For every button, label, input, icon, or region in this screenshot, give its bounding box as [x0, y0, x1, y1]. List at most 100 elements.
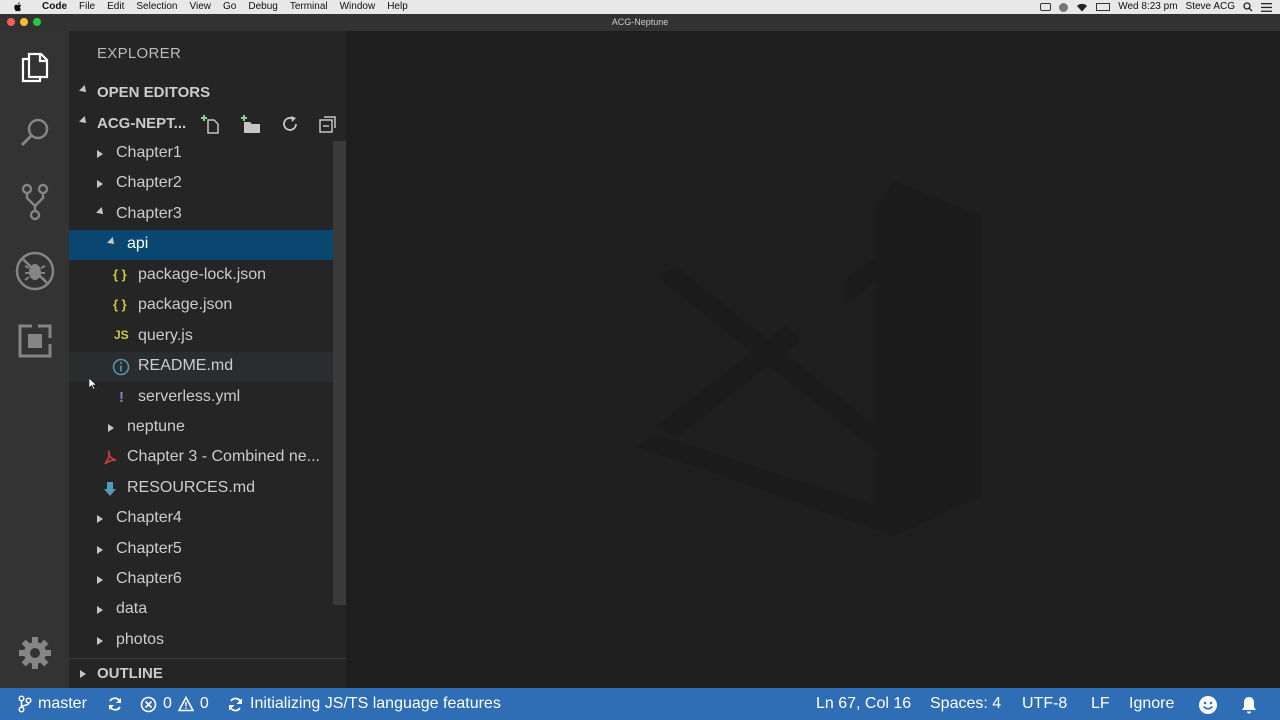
explorer-title: EXPLORER: [97, 45, 182, 62]
folder-header[interactable]: ACG-NEPT...: [69, 109, 346, 139]
language-features-status[interactable]: Initializing JS/TS language features: [227, 695, 501, 713]
tree-folder-chapter1[interactable]: Chapter1: [69, 139, 346, 169]
manage-activity-button[interactable]: [14, 632, 56, 674]
open-editors-header[interactable]: OPEN EDITORS: [69, 78, 346, 108]
new-folder-icon[interactable]: [240, 114, 262, 134]
close-window-button[interactable]: [7, 18, 15, 26]
line-ending-setting[interactable]: LF: [1091, 695, 1110, 713]
tree-item-label: api: [127, 235, 149, 252]
apple-icon[interactable]: [13, 0, 23, 14]
zoom-window-button[interactable]: [33, 18, 41, 26]
tree-folder-data[interactable]: data: [69, 595, 346, 625]
chevron-right-icon: [97, 515, 103, 523]
json-file-icon: { }: [113, 267, 127, 282]
tree-folder-chapter3[interactable]: Chapter3: [69, 200, 346, 230]
clock[interactable]: Wed 8:23 pm: [1118, 0, 1177, 14]
vscode-watermark-logo: [636, 181, 981, 536]
menu-app-name[interactable]: Code: [36, 0, 73, 14]
warning-count: 0: [199, 695, 209, 712]
tree-item-label: serverless.yml: [138, 388, 241, 405]
mouse-cursor-icon: [89, 378, 97, 390]
js-file-icon: JS: [114, 328, 129, 342]
gear-icon: [19, 637, 51, 669]
tree-file-serverless-yml[interactable]: ! serverless.yml: [69, 383, 346, 413]
tree-item-label: Chapter5: [116, 540, 182, 557]
encoding-setting[interactable]: UTF-8: [1022, 695, 1067, 713]
files-icon: [21, 52, 49, 83]
open-editors-label: OPEN EDITORS: [97, 84, 211, 101]
battery-icon[interactable]: [1096, 3, 1111, 11]
git-branch-icon: [18, 695, 32, 713]
extensions-activity-button[interactable]: [14, 320, 56, 362]
tree-item-label: Chapter 3 - Combined ne...: [127, 448, 320, 465]
activity-bar: [0, 31, 69, 688]
tree-item-label: package-lock.json: [138, 266, 267, 283]
chevron-down-icon: [107, 237, 117, 247]
tree-folder-chapter5[interactable]: Chapter5: [69, 535, 346, 565]
cursor-position[interactable]: Ln 67, Col 16: [816, 695, 911, 713]
tree-file-package-lock-json[interactable]: { } package-lock.json: [69, 261, 346, 291]
minimize-window-button[interactable]: [20, 18, 28, 26]
tree-file-query-js[interactable]: JS query.js: [69, 322, 346, 352]
window-title-bar: ACG-Neptune: [0, 14, 1280, 31]
tree-folder-photos[interactable]: photos: [69, 626, 346, 656]
tree-folder-api[interactable]: api: [69, 230, 346, 260]
tree-folder-neptune[interactable]: neptune: [69, 413, 346, 443]
menu-window[interactable]: Window: [334, 0, 382, 14]
tree-file-readme-md[interactable]: README.md: [69, 352, 346, 382]
sync-button[interactable]: [106, 695, 124, 713]
tree-item-label: Chapter3: [116, 205, 182, 222]
error-icon: [140, 696, 157, 712]
chevron-right-icon: [108, 424, 114, 432]
menu-view[interactable]: View: [184, 0, 218, 14]
tree-folder-chapter4[interactable]: Chapter4: [69, 504, 346, 534]
chevron-right-icon: [97, 150, 103, 158]
collapse-all-icon[interactable]: [318, 114, 338, 134]
menu-go[interactable]: Go: [217, 0, 242, 14]
wifi-icon[interactable]: [1076, 3, 1088, 12]
smiley-icon: [1199, 696, 1217, 714]
chevron-right-icon: [97, 180, 103, 188]
source-control-activity-button[interactable]: [14, 181, 56, 223]
explorer-scrollbar[interactable]: [333, 141, 346, 605]
user-name[interactable]: Steve ACG: [1186, 0, 1235, 14]
tree-item-label: query.js: [138, 327, 193, 344]
screen-record-icon[interactable]: [1040, 3, 1052, 11]
chevron-right-icon: [97, 637, 103, 645]
menu-terminal[interactable]: Terminal: [284, 0, 334, 14]
tree-folder-chapter6[interactable]: Chapter6: [69, 565, 346, 595]
feedback-button[interactable]: [1198, 695, 1218, 715]
notifications-button[interactable]: [1240, 695, 1258, 715]
creative-cloud-icon[interactable]: [1059, 2, 1069, 12]
editor-area[interactable]: [346, 31, 1280, 688]
tree-file-chapter3-pdf[interactable]: Chapter 3 - Combined ne...: [69, 443, 346, 473]
git-branch-label: master: [38, 695, 87, 712]
loading-spinner-icon: [229, 697, 242, 711]
tree-file-package-json[interactable]: { } package.json: [69, 291, 346, 321]
chevron-right-icon: [80, 670, 86, 678]
tree-item-label: Chapter1: [116, 144, 182, 161]
menu-debug[interactable]: Debug: [242, 0, 283, 14]
search-activity-button[interactable]: [14, 112, 56, 154]
tree-folder-chapter2[interactable]: Chapter2: [69, 169, 346, 199]
menu-edit[interactable]: Edit: [101, 0, 130, 14]
notification-center-icon[interactable]: [1261, 2, 1272, 12]
window-title: ACG-Neptune: [611, 17, 669, 27]
git-branch-item[interactable]: master: [18, 695, 87, 713]
menu-file[interactable]: File: [73, 0, 101, 14]
debug-activity-button[interactable]: [14, 250, 56, 292]
menu-selection[interactable]: Selection: [130, 0, 183, 14]
ignore-language-item[interactable]: Ignore: [1129, 695, 1174, 713]
tree-item-label: README.md: [138, 357, 234, 374]
explorer-activity-button[interactable]: [14, 45, 56, 87]
tree-file-resources-md[interactable]: RESOURCES.md: [69, 474, 346, 504]
outline-header[interactable]: OUTLINE: [69, 658, 346, 689]
indentation-setting[interactable]: Spaces: 4: [930, 695, 1001, 713]
menu-help[interactable]: Help: [381, 0, 414, 14]
new-file-icon[interactable]: [200, 114, 222, 134]
problems-item[interactable]: 0 0: [140, 695, 209, 713]
info-icon: [112, 358, 130, 376]
spotlight-search-icon[interactable]: [1243, 2, 1253, 12]
refresh-icon[interactable]: [280, 114, 300, 134]
source-control-icon: [21, 183, 49, 221]
